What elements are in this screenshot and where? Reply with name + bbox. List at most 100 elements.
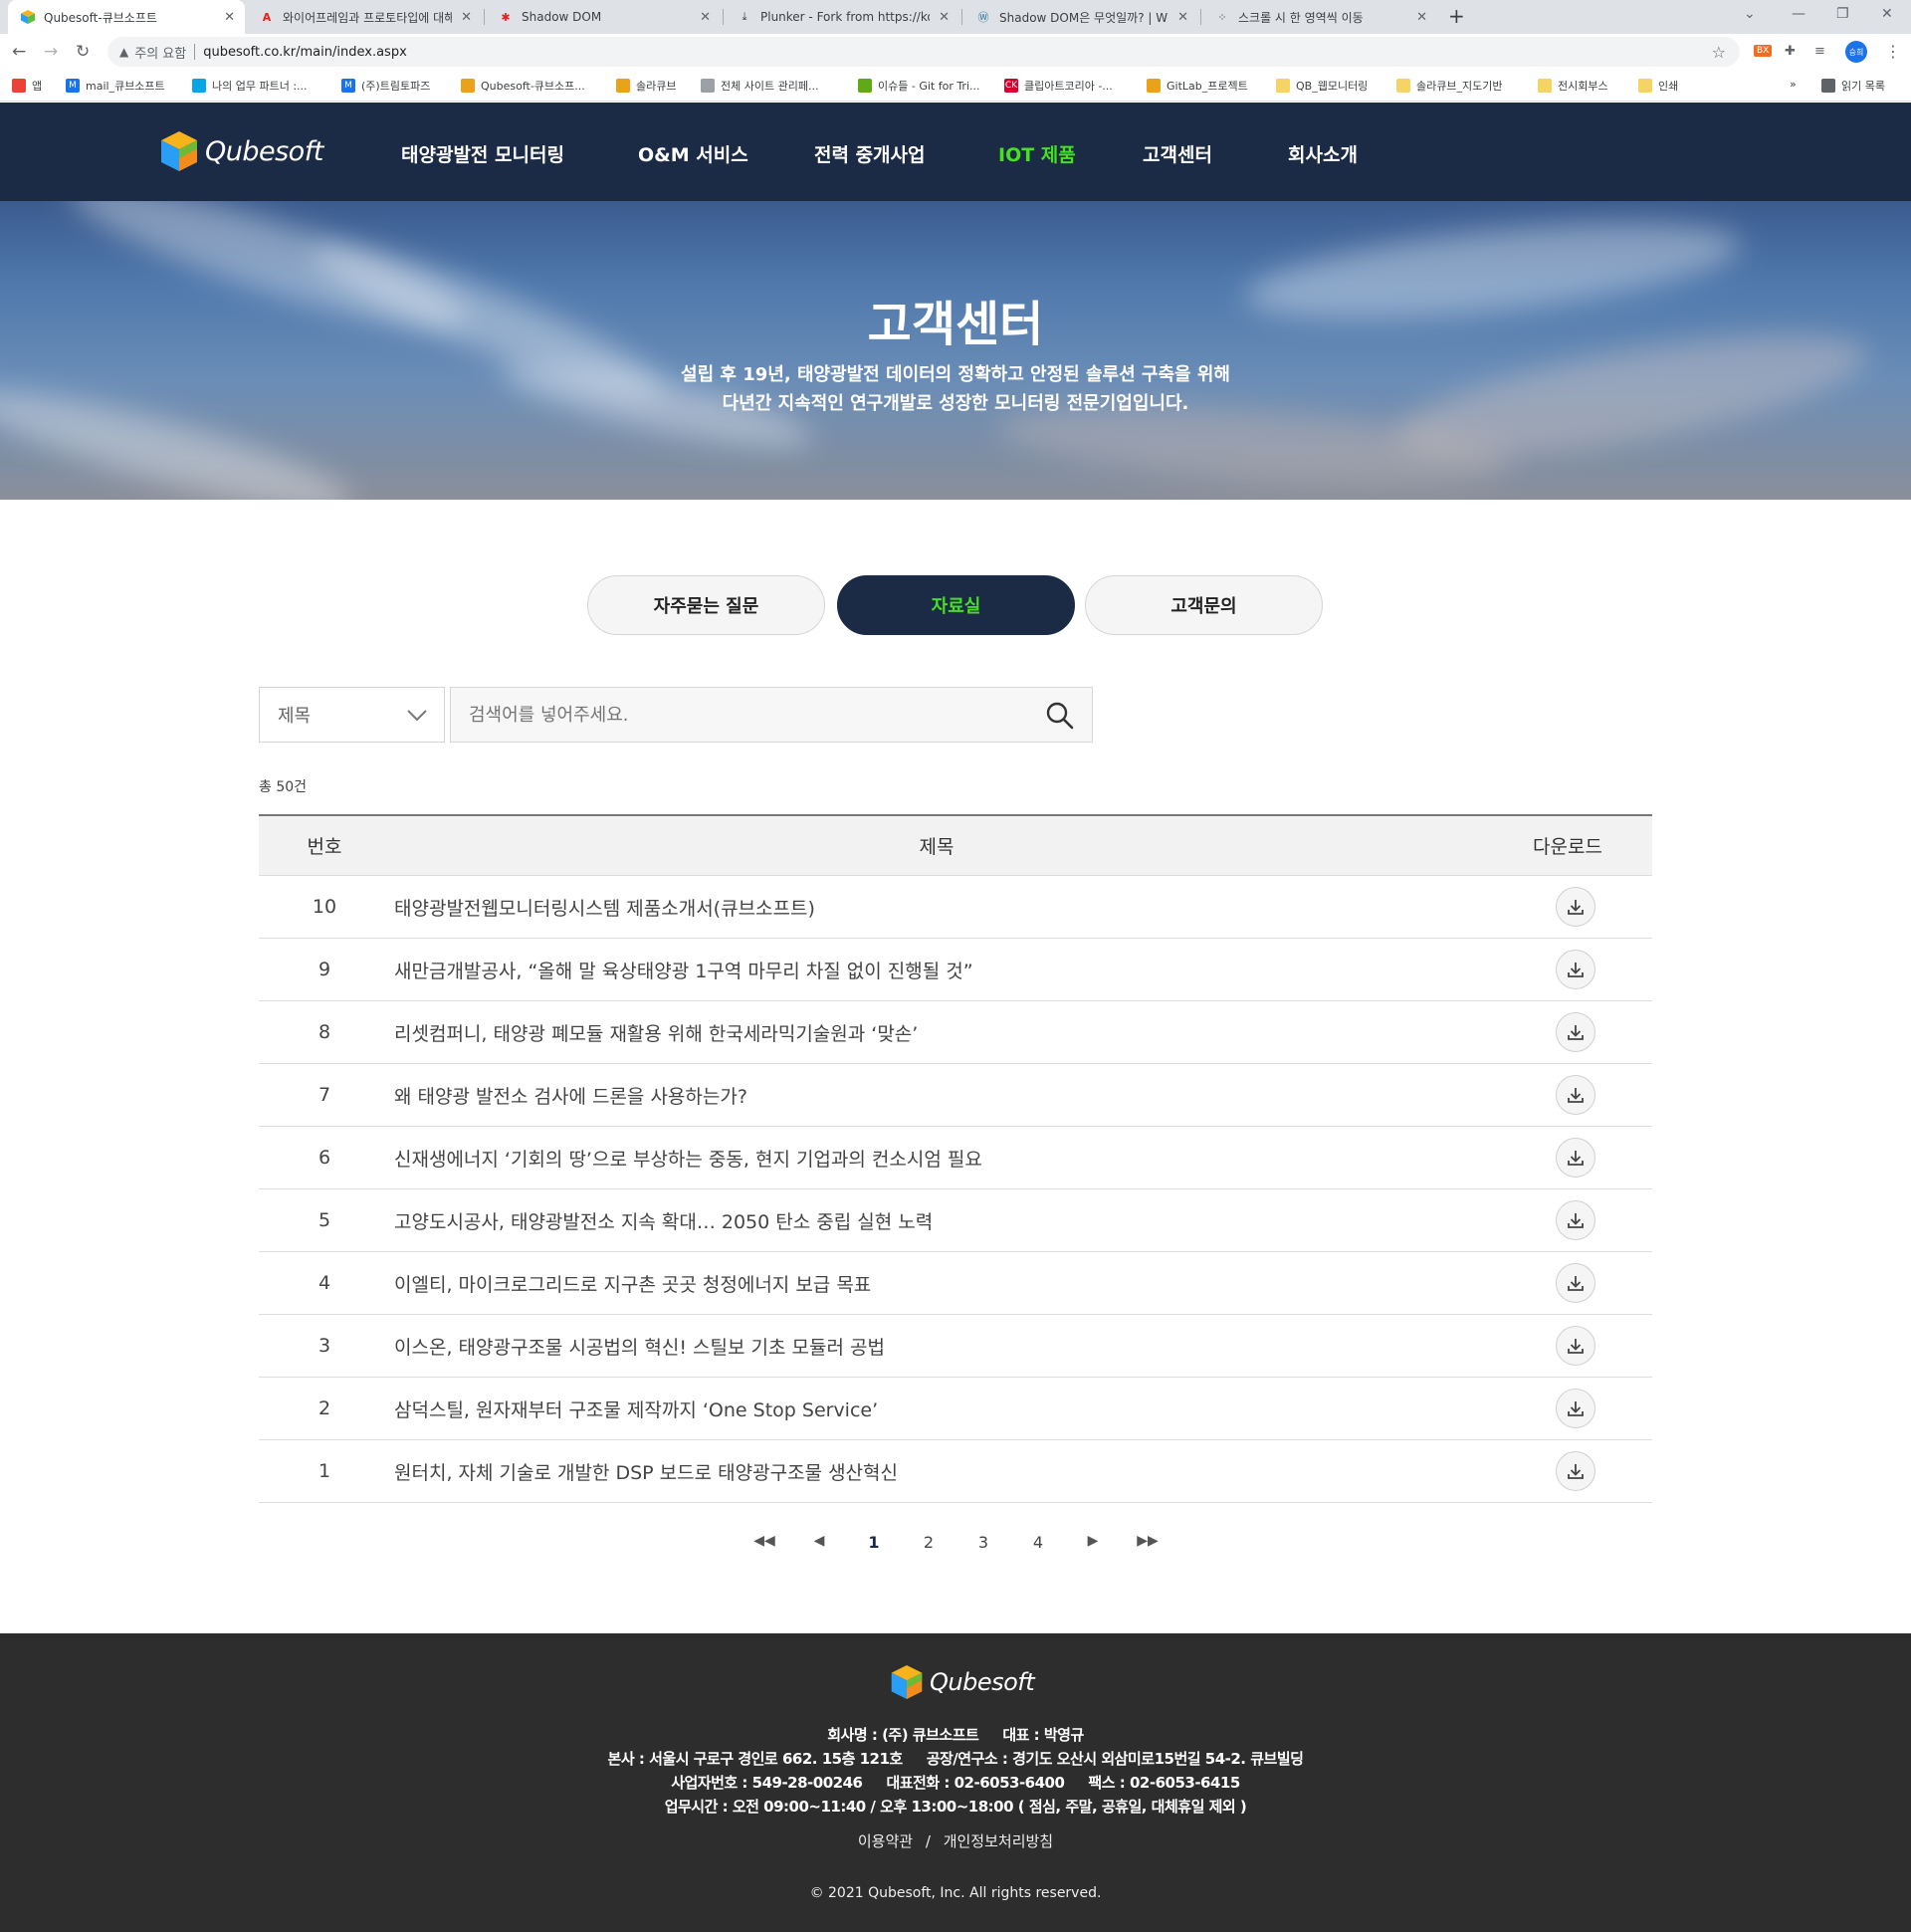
row-title[interactable]: 이엘티, 마이크로그리드로 지구촌 곳곳 청정에너지 보급 목표 [390,1270,1483,1297]
table-row[interactable]: 9 새만금개발공사, “올해 말 육상태양광 1구역 마무리 차질 없이 진행될 … [259,939,1652,1001]
table-row[interactable]: 10 태양광발전웹모니터링시스템 제품소개서(큐브소프트) [259,876,1652,939]
media-queue-icon[interactable]: ≡ [1814,44,1825,59]
row-title[interactable]: 리셋컴퍼니, 태양광 폐모듈 재활용 위해 한국세라믹기술원과 ‘맞손’ [390,1019,1483,1046]
search-input[interactable] [451,688,1028,742]
bookmark-item[interactable]: QB_웹모니터링 [1276,78,1368,94]
browser-tab-wordpress[interactable]: Ⓦ Shadow DOM은 무엇일까? | WI ✕ [963,0,1198,34]
page-4-button[interactable]: 4 [1023,1533,1053,1552]
bookmark-item[interactable]: 이슈들 - Git for Tri... [858,78,980,94]
tab-faq[interactable]: 자주묻는 질문 [587,575,825,635]
download-button[interactable] [1556,1263,1595,1303]
bookmark-item[interactable]: Qubesoft-큐브소프... [461,78,585,94]
tab-resources[interactable]: 자료실 [837,575,1075,635]
bookmarks-overflow-icon[interactable]: » [1790,78,1797,91]
row-title[interactable]: 왜 태양광 발전소 검사에 드론을 사용하는가? [390,1082,1483,1109]
row-title[interactable]: 새만금개발공사, “올해 말 육상태양광 1구역 마무리 차질 없이 진행될 것… [390,957,1483,983]
bookmark-item[interactable]: 나의 업무 파트너 :... [192,78,308,94]
close-tab-icon[interactable]: ✕ [700,10,711,25]
url-text[interactable]: qubesoft.co.kr/main/index.aspx [203,45,407,60]
close-window-icon[interactable]: ✕ [1881,6,1893,22]
close-tab-icon[interactable]: ✕ [1416,10,1427,25]
download-button[interactable] [1556,887,1595,927]
last-page-button[interactable]: ▶▶ [1133,1533,1163,1549]
security-label[interactable]: 주의 요함 [134,43,186,62]
reload-icon[interactable]: ↻ [76,42,90,62]
footer-logo[interactable]: Qubesoft [890,1663,1035,1701]
close-tab-icon[interactable]: ✕ [1177,10,1188,25]
site-logo[interactable]: Qubesoft [159,129,323,173]
bookmark-item[interactable]: 인쇄 [1638,78,1678,94]
extensions-puzzle-icon[interactable]: ✚ [1785,44,1796,59]
nav-solar-monitoring[interactable]: 태양광발전 모니터링 [401,140,564,167]
next-page-button[interactable]: ▶ [1078,1533,1108,1549]
nav-company[interactable]: 회사소개 [1288,140,1358,167]
close-tab-icon[interactable]: ✕ [461,10,472,25]
table-row[interactable]: 3 이스온, 태양광구조물 시공법의 혁신! 스틸보 기초 모듈러 공법 [259,1315,1652,1378]
tab-search-icon[interactable]: ⌄ [1744,6,1756,22]
page-2-button[interactable]: 2 [914,1533,944,1552]
page-1-button[interactable]: 1 [859,1533,889,1552]
nav-customer-center[interactable]: 고객센터 [1143,140,1212,167]
page-3-button[interactable]: 3 [968,1533,998,1552]
bookmark-apps[interactable]: 앱 [12,78,42,94]
row-title[interactable]: 이스온, 태양광구조물 시공법의 혁신! 스틸보 기초 모듈러 공법 [390,1333,1483,1360]
first-page-button[interactable]: ◀◀ [749,1533,779,1549]
new-tab-button[interactable]: + [1448,4,1465,28]
restore-icon[interactable]: ❐ [1836,6,1849,22]
forward-icon[interactable]: → [44,42,58,62]
minimize-icon[interactable]: — [1792,6,1805,22]
nav-iot-products[interactable]: IOT 제품 [998,140,1076,167]
bookmark-item[interactable]: 솔라큐브 [616,78,676,94]
browser-menu-icon[interactable]: ⋮ [1885,42,1901,61]
download-button[interactable] [1556,1012,1595,1052]
download-button[interactable] [1556,1138,1595,1178]
bookmark-item[interactable]: 솔라큐브_지도기반 [1396,78,1502,94]
table-row[interactable]: 5 고양도시공사, 태양광발전소 지속 확대… 2050 탄소 중립 실현 노력 [259,1189,1652,1252]
search-icon[interactable] [1046,702,1074,730]
close-tab-icon[interactable]: ✕ [224,10,235,25]
bookmark-item[interactable]: M (주)트림토파즈 [341,78,430,94]
row-title[interactable]: 삼덕스틸, 원자재부터 구조물 제작까지 ‘One Stop Service’ [390,1395,1483,1422]
browser-tab-scroll[interactable]: ⁘ 스크롤 시 한 영역씩 이동 ✕ [1202,0,1437,34]
back-icon[interactable]: ← [12,42,26,62]
bookmark-star-icon[interactable]: ☆ [1712,43,1726,62]
table-row[interactable]: 6 신재생에너지 ‘기회의 땅’으로 부상하는 중동, 현지 기업과의 컨소시엄 … [259,1127,1652,1189]
table-row[interactable]: 4 이엘티, 마이크로그리드로 지구촌 곳곳 청정에너지 보급 목표 [259,1252,1652,1315]
row-title[interactable]: 신재생에너지 ‘기회의 땅’으로 부상하는 중동, 현지 기업과의 컨소시엄 필… [390,1145,1483,1172]
download-button[interactable] [1556,950,1595,989]
warning-icon[interactable]: ▲ [119,45,128,59]
bookmark-item[interactable]: CK 클립아트코리아 -... [1004,78,1113,94]
row-title[interactable]: 태양광발전웹모니터링시스템 제품소개서(큐브소프트) [390,894,1483,921]
download-button[interactable] [1556,1451,1595,1491]
browser-tab-shadow-dom[interactable]: ✱ Shadow DOM ✕ [486,0,721,34]
table-row[interactable]: 7 왜 태양광 발전소 검사에 드론을 사용하는가? [259,1064,1652,1127]
row-title[interactable]: 원터치, 자체 기술로 개발한 DSP 보드로 태양광구조물 생산혁신 [390,1458,1483,1485]
nav-om-service[interactable]: O&M 서비스 [638,140,748,167]
privacy-link[interactable]: 개인정보처리방침 [944,1832,1053,1850]
bookmark-item[interactable]: Mmail_큐브소프트 [66,78,165,94]
download-button[interactable] [1556,1389,1595,1428]
download-button[interactable] [1556,1075,1595,1115]
table-row[interactable]: 8 리셋컴퍼니, 태양광 폐모듈 재활용 위해 한국세라믹기술원과 ‘맞손’ [259,1001,1652,1064]
table-row[interactable]: 2 삼덕스틸, 원자재부터 구조물 제작까지 ‘One Stop Service’ [259,1378,1652,1440]
close-tab-icon[interactable]: ✕ [939,10,950,25]
bookmark-item[interactable]: 전체 사이트 관리페... [701,78,818,94]
nav-power-brokerage[interactable]: 전력 중개사업 [814,140,926,167]
download-button[interactable] [1556,1326,1595,1366]
tab-inquiry[interactable]: 고객문의 [1085,575,1323,635]
prev-page-button[interactable]: ◀ [804,1533,834,1549]
profile-avatar[interactable]: 승희 [1845,41,1867,63]
reading-list-button[interactable]: 읽기 목록 [1821,78,1885,94]
row-title[interactable]: 고양도시공사, 태양광발전소 지속 확대… 2050 탄소 중립 실현 노력 [390,1207,1483,1234]
search-field-select[interactable]: 제목 [259,687,445,743]
browser-tab-plunker[interactable]: ⤓ Plunker - Fork from https://ko.ja ✕ [725,0,959,34]
download-button[interactable] [1556,1200,1595,1240]
bookmark-item[interactable]: 전시회부스 [1538,78,1608,94]
terms-link[interactable]: 이용약관 [858,1832,913,1850]
browser-tab-qubesoft[interactable]: Qubesoft-큐브소프트 ✕ [8,0,245,34]
browser-tab-wireframe[interactable]: A 와이어프레임과 프로토타입에 대해 ✕ [247,0,482,34]
bookmark-item[interactable]: GitLab_프로젝트 [1147,78,1248,94]
table-row[interactable]: 1 원터치, 자체 기술로 개발한 DSP 보드로 태양광구조물 생산혁신 [259,1440,1652,1503]
omnibox[interactable]: ▲ 주의 요함 qubesoft.co.kr/main/index.aspx ☆ [107,37,1740,67]
extension-bx-icon[interactable]: BX [1754,45,1773,57]
